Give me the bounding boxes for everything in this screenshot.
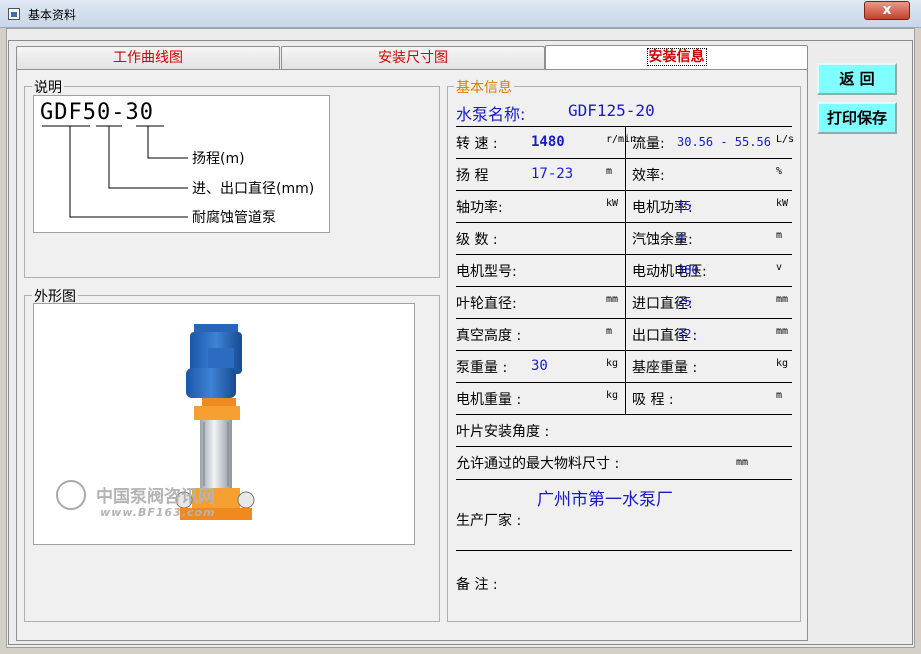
divider-row [456, 286, 792, 287]
model-explain-box: GDF50-30 扬程(m) 进、出口直径(mm) 耐腐蚀管道泵 [33, 95, 330, 233]
spec-label-left: 真空高度 : [456, 328, 522, 344]
tab-work-curve[interactable]: 工作曲线图 [16, 46, 280, 70]
spec-label-left: 叶轮直径: [456, 296, 517, 312]
watermark-url: www.BF163.com [100, 506, 216, 519]
divider-row [456, 350, 792, 351]
spec-value-right: 380 [677, 263, 699, 277]
outlet-flange [237, 491, 255, 509]
tab-install-dimensions[interactable]: 安装尺寸图 [281, 46, 545, 70]
model-part-30: 30 [125, 100, 154, 125]
spec-unit-right: m [776, 390, 783, 401]
tab-install-info-label: 安装信息 [646, 48, 707, 66]
spec-label-right: 流量: [632, 136, 665, 152]
spec-label-left: 扬 程 [456, 168, 489, 184]
model-part-sep: - [111, 100, 126, 125]
spec-value-right: 30.56 - 55.56 [677, 135, 771, 149]
model-part-gdf: GDF [40, 100, 83, 125]
manufacturer-value: 广州市第一水泵厂 [537, 490, 673, 510]
leader-head [147, 126, 188, 159]
remark-label: 备 注 : [456, 577, 498, 593]
watermark-logo-icon [56, 480, 86, 510]
max-material-unit: mm [736, 457, 749, 468]
spec-label-left: 轴功率: [456, 200, 503, 216]
spec-unit-left: kg [606, 358, 619, 369]
spec-value-right: 25 [677, 295, 692, 309]
divider-row [456, 158, 792, 159]
spec-value-left: 30 [531, 358, 548, 374]
pump-name-label: 水泵名称: [456, 105, 526, 124]
divider-row [456, 382, 792, 383]
window-title: 基本资料 [28, 8, 77, 22]
info-legend: 基本信息 [454, 77, 514, 97]
spec-label-left: 转 速 : [456, 136, 498, 152]
model-part-50: 50 [82, 100, 112, 125]
watermark-text: 中国泵阀咨讯网 [96, 487, 215, 507]
close-button[interactable]: x [864, 1, 910, 20]
explain-legend: 说明 [32, 77, 64, 97]
info-group [447, 86, 801, 622]
spec-unit-right: kW [776, 198, 789, 209]
spec-value-right: 4 [677, 231, 685, 245]
divider-manufacturer [456, 550, 792, 551]
spec-unit-right: L/s [776, 134, 795, 145]
divider-column [625, 126, 626, 414]
divider-row [456, 190, 792, 191]
spec-unit-right: mm [776, 294, 789, 305]
label-type: 耐腐蚀管道泵 [192, 210, 276, 226]
blade-angle-label: 叶片安装角度 : [456, 424, 550, 440]
divider-material [456, 479, 792, 480]
spec-unit-left: kW [606, 198, 619, 209]
divider-row [456, 222, 792, 223]
spec-label-right: 吸 程 : [632, 392, 674, 408]
divider-row [456, 414, 792, 415]
motor-bracket [202, 398, 236, 406]
pump-image: 中国泵阀咨讯网 www.BF163.com [33, 303, 415, 545]
spec-unit-left: m [606, 166, 613, 177]
spec-unit-left: m [606, 326, 613, 337]
spec-value-right: 15 [677, 199, 692, 213]
upper-casing [194, 406, 240, 420]
print-save-button[interactable]: 打印保存 [817, 102, 897, 134]
spec-label-left: 泵重量 : [456, 360, 508, 376]
divider-row [456, 254, 792, 255]
title-bar [0, 0, 921, 28]
spec-label-left: 电机型号: [456, 264, 517, 280]
back-button[interactable]: 返 回 [817, 63, 897, 95]
motor-base [186, 368, 236, 398]
spec-label-right: 基座重量 : [632, 360, 698, 376]
spec-unit-left: mm [606, 294, 619, 305]
pump-name-value: GDF125-20 [568, 101, 655, 120]
pump-illustration [175, 324, 255, 520]
tab-install-info[interactable]: 安装信息 [545, 45, 808, 71]
spec-unit-right: kg [776, 358, 789, 369]
spec-label-right: 效率: [632, 168, 665, 184]
spec-unit-right: v [776, 262, 783, 273]
spec-label-left: 级 数 : [456, 232, 498, 248]
terminal-box [208, 348, 234, 368]
spec-value-right: 32 [677, 327, 692, 341]
divider-top [456, 126, 792, 127]
spec-unit-right: m [776, 230, 783, 241]
label-diameter: 进、出口直径(mm) [192, 181, 315, 197]
divider-row [456, 318, 792, 319]
model-code: GDF50-30 [40, 100, 154, 125]
spec-label-left: 电机重量 : [456, 392, 522, 408]
spec-unit-right: % [776, 166, 783, 177]
spec-value-left: 1480 [531, 134, 565, 150]
leader-type [69, 126, 188, 218]
spec-unit-left: kg [606, 390, 619, 401]
label-head: 扬程(m) [192, 151, 245, 167]
pump-barrel [200, 420, 232, 488]
motor-fan-cover [194, 324, 238, 332]
divider-blade [456, 446, 792, 447]
spec-value-left: 17-23 [531, 166, 574, 182]
spec-unit-right: mm [776, 326, 789, 337]
app-icon [8, 8, 20, 20]
max-material-label: 允许通过的最大物料尺寸 : [456, 456, 620, 472]
manufacturer-label: 生产厂家 : [456, 513, 522, 529]
